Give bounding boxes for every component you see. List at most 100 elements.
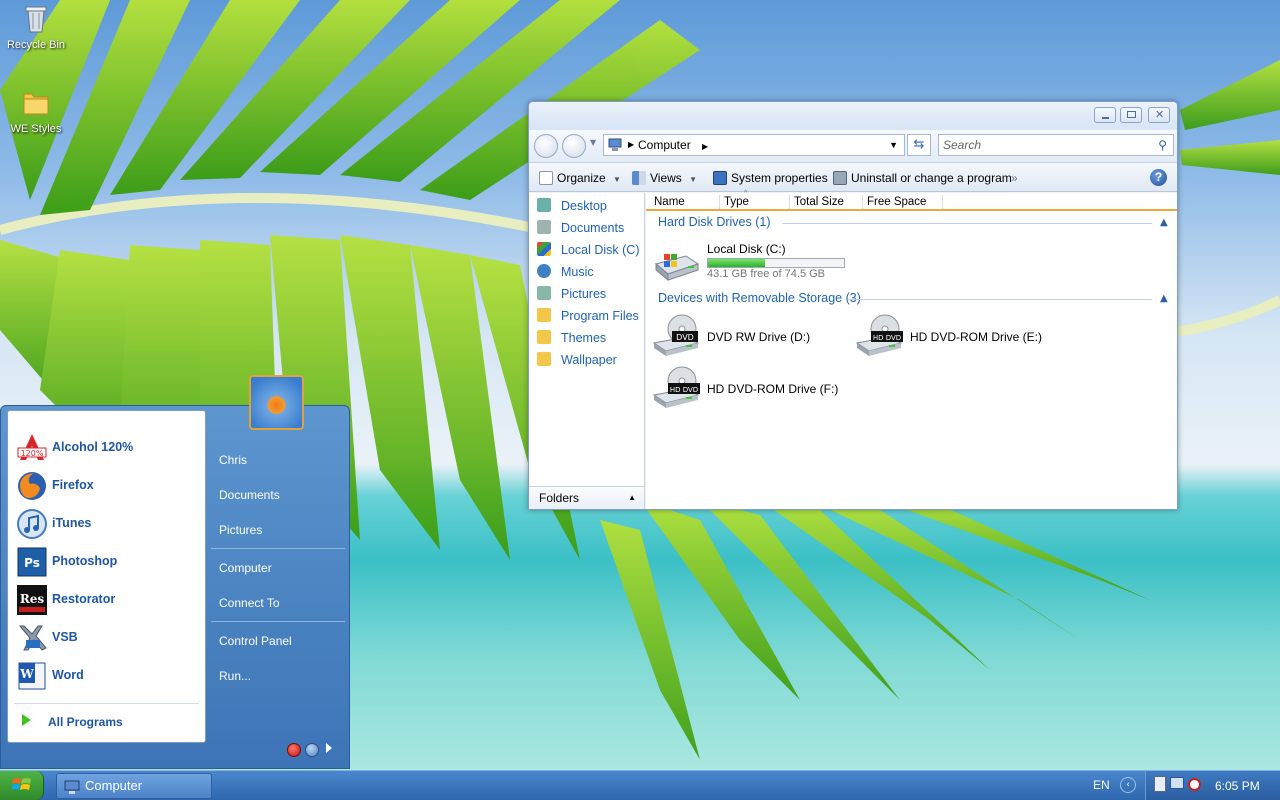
alcohol-120-icon: 120%	[17, 434, 47, 460]
group-removable-storage[interactable]: Devices with Removable Storage (3)	[658, 291, 861, 305]
nav-item-themes[interactable]: Themes	[537, 329, 606, 347]
tray-device-icon[interactable]	[1154, 776, 1166, 792]
address-bar-row: ▼ ▶ Computer ▶ ▼ ⇆ Search ⚲	[529, 130, 1177, 162]
column-type[interactable]: Type	[720, 195, 790, 209]
program-label: VSB	[52, 630, 78, 644]
program-firefox[interactable]: Firefox	[14, 469, 199, 503]
start-item-documents[interactable]: Documents	[219, 488, 280, 502]
svg-text:120%: 120%	[21, 449, 44, 458]
column-name[interactable]: Name	[650, 195, 720, 209]
language-indicator[interactable]: EN	[1093, 778, 1110, 792]
all-programs-button[interactable]: All Programs	[14, 703, 199, 731]
search-input[interactable]: Search ⚲	[938, 134, 1174, 156]
recycle-bin-shortcut[interactable]: Recycle Bin	[0, 2, 72, 51]
program-photoshop[interactable]: Ps Photoshop	[14, 545, 199, 579]
address-box[interactable]: ▶ Computer ▶ ▼	[603, 134, 905, 156]
power-options-arrow-icon[interactable]	[326, 743, 332, 753]
system-properties-button[interactable]: System properties	[713, 170, 828, 186]
start-menu: 120% Alcohol 120% Firefox iTunes Ps Phot…	[0, 405, 350, 769]
program-itunes[interactable]: iTunes	[14, 507, 199, 541]
start-item-connect-to[interactable]: Connect To	[219, 596, 280, 610]
network-icon[interactable]	[1170, 777, 1184, 789]
uninstall-program-button[interactable]: Uninstall or change a program	[833, 170, 1012, 186]
volume-muted-icon[interactable]	[1188, 778, 1201, 791]
breadcrumb-chevron-icon: ▶	[628, 140, 635, 149]
collapse-icon[interactable]: ▲	[1160, 294, 1170, 304]
nav-label: Wallpaper	[561, 353, 617, 367]
start-menu-separator	[211, 548, 345, 549]
computer-icon	[64, 780, 80, 794]
explorer-window: ✕ ▼ ▶ Computer ▶ ▼ ⇆ Search ⚲ Organize ▼…	[528, 101, 1178, 510]
folder-icon	[537, 352, 551, 366]
nav-item-local-disk[interactable]: Local Disk (C)	[537, 241, 640, 259]
drive-free-space: 43.1 GB free of 74.5 GB	[707, 268, 826, 280]
taskbar: Computer EN ‹ 6:05 PM	[0, 770, 1280, 800]
nav-item-desktop[interactable]: Desktop	[537, 197, 607, 215]
local-disk-icon	[537, 242, 551, 256]
svg-text:Ps: Ps	[24, 556, 40, 570]
svg-text:W: W	[19, 667, 34, 681]
tray-expand-icon[interactable]: ‹	[1120, 777, 1136, 793]
nav-item-music[interactable]: Music	[537, 263, 594, 281]
start-item-computer[interactable]: Computer	[219, 561, 272, 575]
program-word[interactable]: W Word	[14, 659, 199, 693]
system-tray: ‹	[1120, 771, 1280, 800]
views-button[interactable]: Views ▼	[632, 170, 697, 186]
minimize-button[interactable]	[1094, 107, 1116, 123]
windows-logo-icon	[12, 778, 31, 790]
folders-toggle[interactable]: Folders ▲	[529, 486, 644, 509]
computer-icon	[608, 138, 622, 151]
itunes-icon	[17, 509, 47, 539]
maximize-button[interactable]	[1120, 107, 1142, 123]
collapse-icon[interactable]: ▲	[1160, 218, 1170, 228]
column-total-size[interactable]: Total Size	[790, 195, 863, 209]
organize-button[interactable]: Organize ▼	[539, 170, 621, 186]
lock-button[interactable]	[305, 743, 319, 757]
start-button[interactable]	[0, 771, 44, 800]
start-item-run[interactable]: Run...	[219, 669, 251, 683]
back-button[interactable]	[534, 134, 558, 158]
address-dropdown-icon[interactable]: ▼	[889, 135, 898, 155]
hard-disk-icon	[654, 254, 700, 282]
clock[interactable]: 6:05 PM	[1215, 779, 1260, 793]
history-dropdown-icon[interactable]: ▼	[590, 138, 596, 147]
drive-name: DVD RW Drive (D:)	[707, 330, 811, 344]
toolbar-overflow-button[interactable]: »	[1011, 170, 1018, 186]
recycle-bin-label: Recycle Bin	[6, 39, 66, 51]
nav-item-program-files[interactable]: Program Files	[537, 307, 639, 325]
nav-label: Local Disk (C)	[561, 243, 640, 257]
taskbar-button-computer[interactable]: Computer	[56, 773, 212, 799]
nav-item-wallpaper[interactable]: Wallpaper	[537, 351, 617, 369]
hd-dvd-drive-icon: HD DVD	[855, 314, 903, 356]
help-icon[interactable]: ?	[1150, 169, 1167, 186]
column-free-space[interactable]: Free Space	[863, 195, 943, 209]
search-icon[interactable]: ⚲	[1158, 135, 1167, 155]
start-item-user[interactable]: Chris	[219, 453, 247, 467]
arrow-right-icon	[22, 714, 31, 726]
program-restorator[interactable]: Res Restorator	[14, 583, 199, 617]
address-location[interactable]: Computer	[638, 138, 691, 152]
group-hard-disk-drives[interactable]: Hard Disk Drives (1)	[658, 215, 771, 229]
pictures-icon	[537, 286, 551, 300]
hd-dvd-drive-icon: HD DVD	[652, 366, 700, 408]
breadcrumb-chevron-icon[interactable]: ▶	[702, 142, 708, 151]
window-titlebar[interactable]: ✕	[529, 102, 1177, 130]
forward-button[interactable]	[562, 134, 586, 158]
views-label: Views	[650, 171, 682, 185]
dvd-drive-icon: DVD	[652, 314, 700, 356]
program-alcohol-120[interactable]: 120% Alcohol 120%	[14, 431, 199, 465]
power-button[interactable]	[287, 743, 301, 757]
navigation-pane: Desktop Documents Local Disk (C) Music P…	[529, 193, 645, 509]
nav-item-documents[interactable]: Documents	[537, 219, 624, 237]
refresh-button[interactable]: ⇆	[907, 134, 931, 156]
we-styles-shortcut[interactable]: WE Styles	[0, 86, 72, 135]
photoshop-icon: Ps	[17, 547, 47, 577]
close-button[interactable]: ✕	[1148, 107, 1170, 123]
start-item-pictures[interactable]: Pictures	[219, 523, 262, 537]
user-avatar[interactable]	[249, 375, 304, 430]
music-icon	[537, 264, 551, 278]
program-vsb[interactable]: VSB	[14, 621, 199, 655]
nav-item-pictures[interactable]: Pictures	[537, 285, 606, 303]
program-label: Alcohol 120%	[52, 440, 134, 454]
start-item-control-panel[interactable]: Control Panel	[219, 634, 292, 648]
